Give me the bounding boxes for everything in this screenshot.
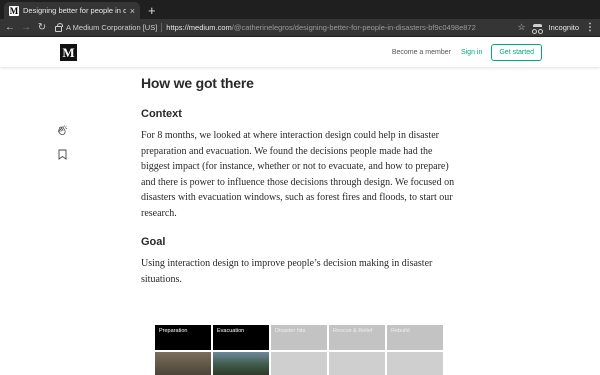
- medium-header: M Become a member Sign in Get started: [0, 37, 600, 67]
- context-heading: Context: [141, 108, 182, 120]
- clap-icon[interactable]: [56, 125, 68, 137]
- section-heading: How we got there: [141, 75, 254, 91]
- new-tab-button[interactable]: +: [148, 2, 156, 19]
- phase-label-disaster-hits: Disaster hits: [271, 325, 327, 350]
- medium-logo[interactable]: M: [60, 43, 77, 61]
- address-bar[interactable]: A Medium Corporation [US] https://medium…: [53, 21, 511, 34]
- url-host: https://medium.com: [166, 23, 232, 32]
- url-path: /@catherinelegros/designing-better-for-p…: [231, 23, 476, 32]
- rescue-relief-photo: [329, 352, 385, 375]
- star-icon[interactable]: ☆: [517, 22, 525, 33]
- sign-in-link[interactable]: Sign in: [461, 49, 482, 56]
- incognito-label: Incognito: [548, 23, 579, 32]
- lock-icon: [55, 23, 63, 32]
- browser-toolbar: ← → ↻ A Medium Corporation [US] https://…: [0, 19, 600, 37]
- goal-paragraph: Using interaction design to improve peop…: [141, 258, 433, 285]
- incognito-icon: [531, 23, 543, 34]
- preparation-photo: [155, 352, 211, 375]
- phase-label-rebuild: Rebuild: [387, 325, 443, 350]
- disaster-hits-photo: [271, 352, 327, 375]
- side-actions: [56, 125, 68, 160]
- goal-heading: Goal: [141, 236, 166, 248]
- browser-tab[interactable]: M Designing better for people in disaste…: [4, 2, 140, 19]
- article-body: How we got there Context For 8 months, w…: [141, 75, 461, 287]
- reload-icon[interactable]: ↻: [37, 19, 47, 37]
- phase-image-grid: Preparation Evacuation Disaster hits Res…: [155, 325, 443, 375]
- address-separator: [161, 23, 163, 32]
- medium-favicon-icon: M: [9, 5, 19, 16]
- close-tab-icon[interactable]: ×: [130, 6, 135, 16]
- forward-arrow-icon[interactable]: →: [21, 19, 31, 37]
- url-text[interactable]: https://medium.com/@catherinelegros/desi…: [166, 23, 475, 32]
- evacuation-photo: [213, 352, 269, 375]
- tab-title: Designing better for people in disasters: [23, 6, 126, 15]
- phase-label-evacuation: Evacuation: [213, 325, 269, 350]
- site-organization: A Medium Corporation [US]: [66, 23, 158, 32]
- bookmark-icon[interactable]: [58, 149, 67, 160]
- context-paragraph: For 8 months, we looked at where interac…: [141, 130, 455, 219]
- menu-icon[interactable]: ⋮: [585, 19, 595, 37]
- get-started-button[interactable]: Get started: [491, 43, 542, 61]
- phase-label-rescue-relief: Rescue & Relief: [329, 325, 385, 350]
- phase-label-preparation: Preparation: [155, 325, 211, 350]
- back-arrow-icon[interactable]: ←: [5, 19, 15, 37]
- browser-tab-bar: M Designing better for people in disaste…: [0, 0, 600, 19]
- become-member-link[interactable]: Become a member: [392, 49, 451, 56]
- rebuild-photo: [387, 352, 443, 375]
